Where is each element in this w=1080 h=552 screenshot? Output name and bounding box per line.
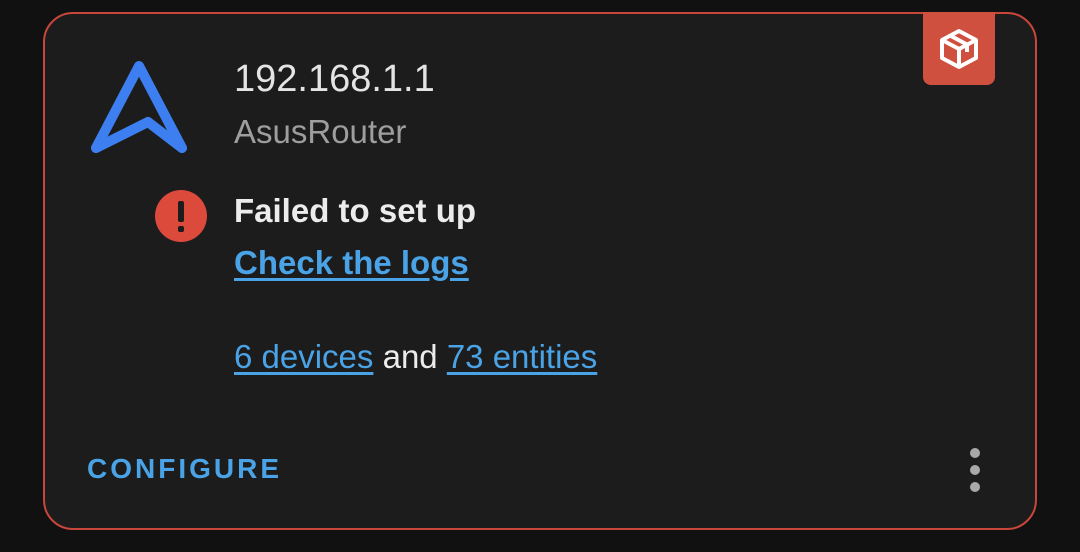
- host-title: 192.168.1.1: [234, 58, 435, 100]
- error-icon: [154, 189, 208, 243]
- check-logs-link[interactable]: Check the logs: [234, 241, 469, 285]
- setup-status: Failed to set up: [234, 192, 477, 229]
- menu-dot: [970, 448, 980, 458]
- devices-link[interactable]: 6 devices: [234, 338, 373, 375]
- package-icon: [940, 28, 978, 69]
- summary-conjunction: and: [373, 338, 447, 375]
- asus-router-logo-icon: [88, 58, 190, 158]
- integration-name: AsusRouter: [234, 113, 407, 150]
- device-entity-summary: 6 devices and 73 entities: [234, 335, 597, 379]
- menu-dot: [970, 482, 980, 492]
- configure-button[interactable]: CONFIGURE: [87, 450, 282, 488]
- custom-integration-badge: [923, 12, 995, 85]
- entities-link[interactable]: 73 entities: [447, 338, 597, 375]
- menu-dot: [970, 465, 980, 475]
- overflow-menu-icon[interactable]: [956, 442, 994, 498]
